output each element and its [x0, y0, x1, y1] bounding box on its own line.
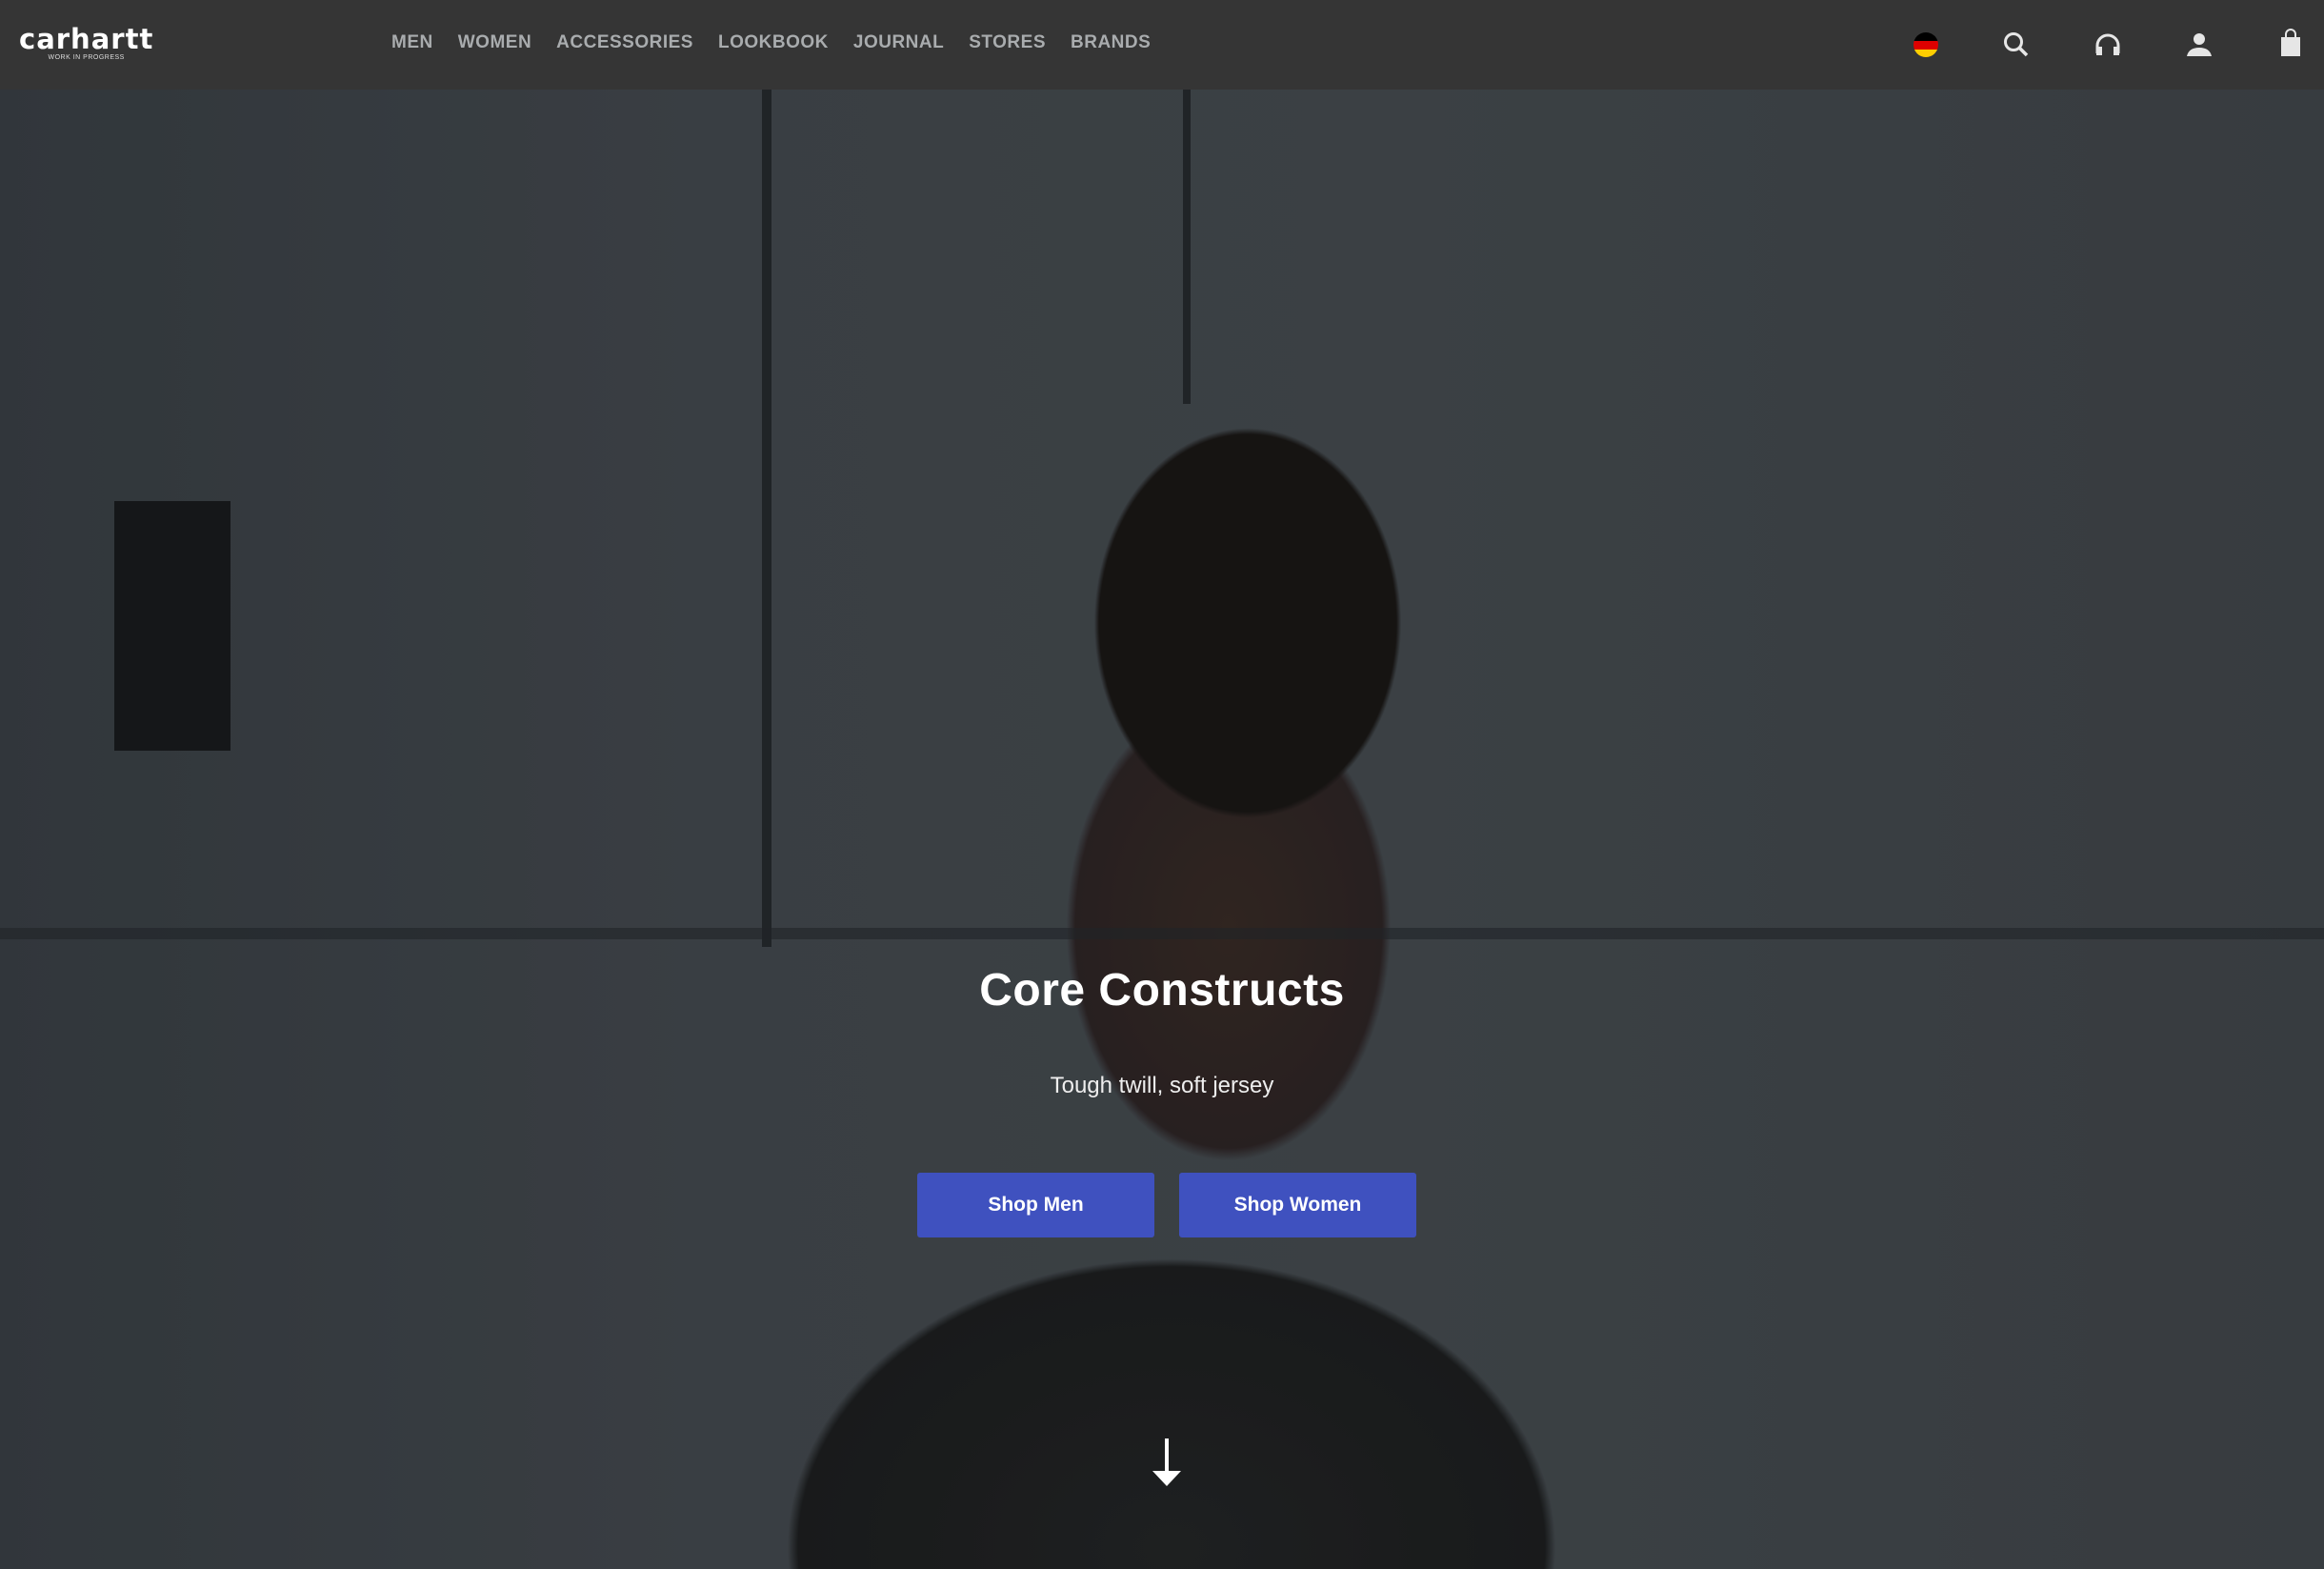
hero-overlay — [0, 90, 2324, 1569]
headphones-icon[interactable] — [2092, 29, 2124, 61]
arrow-down-icon[interactable] — [1150, 1438, 1184, 1488]
nav-stores[interactable]: STORES — [969, 32, 1046, 53]
nav-accessories[interactable]: ACCESSORIES — [556, 32, 693, 53]
nav-women[interactable]: WOMEN — [458, 32, 531, 53]
nav-lookbook[interactable]: LOOKBOOK — [718, 32, 829, 53]
hero-title: Core Constructs — [979, 965, 1345, 1016]
carhartt-logo[interactable]: carhartt WORK IN PROGRESS — [19, 25, 153, 61]
nav-brands[interactable]: BRANDS — [1071, 32, 1151, 53]
search-icon[interactable] — [2000, 29, 2033, 61]
user-icon[interactable] — [2183, 29, 2215, 61]
nav-men[interactable]: MEN — [391, 32, 433, 53]
nav-journal[interactable]: JOURNAL — [853, 32, 944, 53]
hero-subtitle: Tough twill, soft jersey — [1050, 1073, 1274, 1098]
main-nav: MEN WOMEN ACCESSORIES LOOKBOOK JOURNAL S… — [391, 32, 1151, 53]
site-header: carhartt WORK IN PROGRESS MEN WOMEN ACCE… — [0, 0, 2324, 90]
hero-buttons: Shop Men Shop Women — [917, 1173, 1416, 1237]
shop-men-button[interactable]: Shop Men — [917, 1173, 1154, 1237]
hero-banner: Core Constructs Tough twill, soft jersey… — [0, 90, 2324, 1569]
shopping-bag-icon[interactable] — [2274, 29, 2307, 61]
germany-flag-icon[interactable] — [1910, 29, 1942, 61]
shop-women-button[interactable]: Shop Women — [1179, 1173, 1416, 1237]
